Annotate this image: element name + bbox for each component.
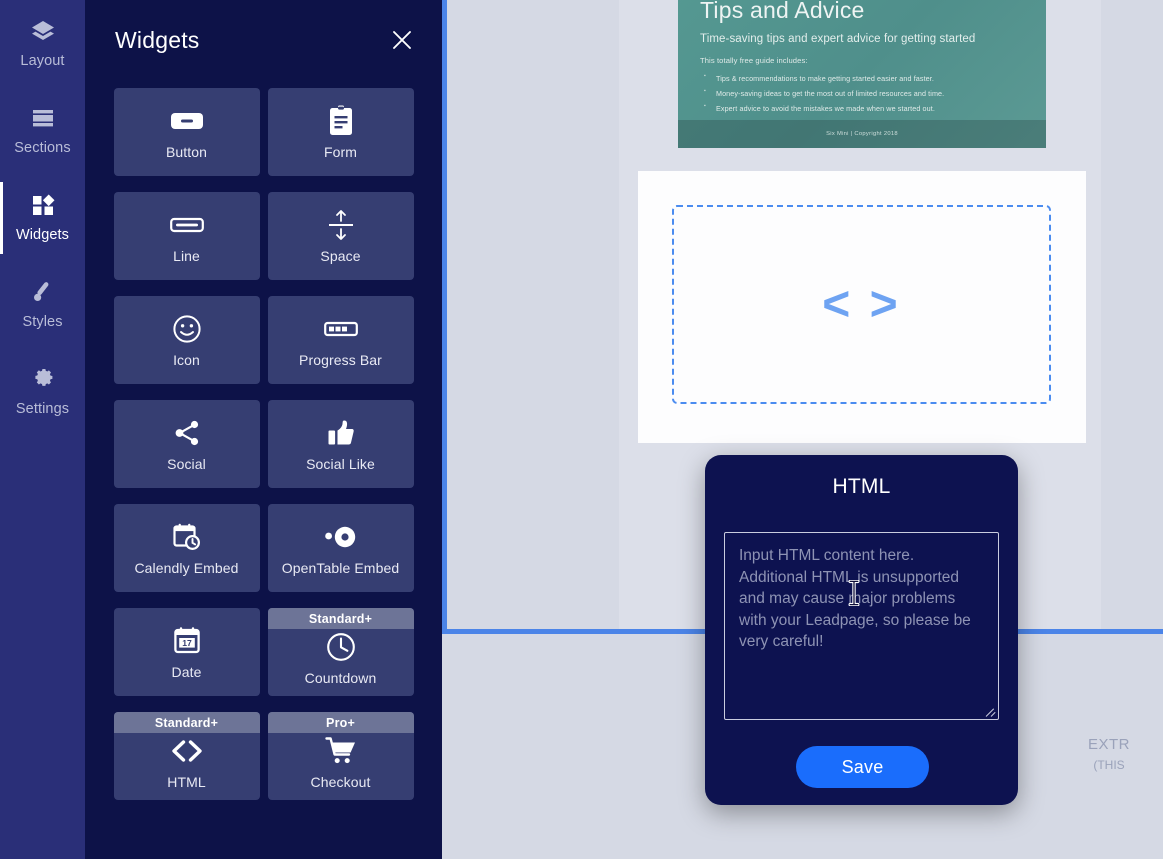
widget-label: Space xyxy=(320,248,361,264)
widget-label: Progress Bar xyxy=(299,352,382,368)
widget-tile-calendly-embed[interactable]: Calendly Embed xyxy=(113,504,260,592)
status-badge: Standard+ xyxy=(113,712,260,733)
brush-icon xyxy=(30,279,56,305)
line-icon xyxy=(169,208,204,242)
rail-label: Sections xyxy=(14,140,71,156)
widgets-panel-header: Widgets xyxy=(85,0,442,80)
smiley-icon xyxy=(172,312,202,346)
rail-item-layout[interactable]: Layout xyxy=(0,0,85,87)
html-widget-dropzone[interactable]: < > xyxy=(672,205,1051,404)
rail-label: Layout xyxy=(20,53,65,69)
page-title: Widgets xyxy=(115,26,200,53)
form-icon xyxy=(328,104,354,138)
widget-tile-social-like[interactable]: Social Like xyxy=(267,400,414,488)
widget-tile-progress-bar[interactable]: Progress Bar xyxy=(267,296,414,384)
rail-label: Styles xyxy=(22,314,63,330)
widget-tile-social[interactable]: Social xyxy=(113,400,260,488)
calendar-17-icon: 17 xyxy=(173,624,201,658)
clock-icon xyxy=(326,630,356,664)
widget-tile-opentable-embed[interactable]: OpenTable Embed xyxy=(267,504,414,592)
rail-label: Widgets xyxy=(15,227,70,243)
widget-label: Icon xyxy=(173,352,200,368)
widget-label: Form xyxy=(323,144,358,160)
layers-icon xyxy=(30,18,56,44)
gear-icon xyxy=(30,366,56,392)
widget-tile-html[interactable]: Standard+ HTML xyxy=(113,712,260,800)
promo-bullet: Money-saving ideas to get the most out o… xyxy=(700,88,1024,98)
progress-bar-icon xyxy=(323,312,358,346)
widget-label: Calendly Embed xyxy=(134,560,239,576)
left-rail: Layout Sections Widgets Styles Settings xyxy=(0,0,85,859)
opentable-icon xyxy=(324,520,357,554)
widget-label: HTML xyxy=(167,774,206,790)
html-content-input[interactable] xyxy=(724,532,999,720)
promo-lead-in: This totally free guide includes: xyxy=(700,56,808,66)
promo-bullet-list: Tips & recommendations to make getting s… xyxy=(700,73,1024,113)
widget-label: OpenTable Embed xyxy=(281,560,400,576)
widget-tile-line[interactable]: Line xyxy=(113,192,260,280)
promo-subtitle: Time-saving tips and expert advice for g… xyxy=(700,33,976,46)
app-root: Tips and Advice Time-saving tips and exp… xyxy=(0,0,1163,859)
widget-label: Countdown xyxy=(304,670,377,686)
promo-footer-text: Six Mini | Copyright 2018 xyxy=(826,131,898,137)
canvas-extra-line-2: (THIS xyxy=(1093,758,1125,772)
widget-tile-button[interactable]: Button xyxy=(113,88,260,176)
canvas-extra-line-1: EXTR xyxy=(1087,736,1130,753)
widget-tile-icon[interactable]: Icon xyxy=(113,296,260,384)
widget-label: Social Like xyxy=(306,456,375,472)
widgets-icon xyxy=(30,192,56,218)
widget-label: Line xyxy=(173,248,200,264)
promo-title: Tips and Advice xyxy=(700,0,865,23)
canvas-extra-text: EXTR (THIS xyxy=(1049,736,1163,772)
rail-item-sections[interactable]: Sections xyxy=(0,87,85,174)
rail-item-widgets[interactable]: Widgets xyxy=(0,174,85,261)
space-icon xyxy=(326,208,356,242)
widget-label: Button xyxy=(165,144,208,160)
calendar-clock-icon xyxy=(172,520,202,554)
code-icon xyxy=(169,734,205,768)
promo-card[interactable]: Tips and Advice Time-saving tips and exp… xyxy=(678,0,1046,148)
svg-text:17: 17 xyxy=(182,638,192,648)
widget-label: Checkout xyxy=(310,774,371,790)
widget-tile-checkout[interactable]: Pro+ Checkout xyxy=(267,712,414,800)
widgets-panel: Widgets Button Form Line Space Icon Prog… xyxy=(85,0,442,859)
sections-icon xyxy=(30,105,56,131)
status-badge: Standard+ xyxy=(267,608,414,629)
status-badge: Pro+ xyxy=(267,712,414,733)
widgets-grid: Button Form Line Space Icon Progress Bar… xyxy=(85,80,442,800)
widget-label: Social xyxy=(167,456,206,472)
shopping-cart-icon xyxy=(324,734,357,768)
promo-bullet: Tips & recommendations to make getting s… xyxy=(700,73,1024,83)
widget-label: Date xyxy=(171,664,202,680)
rail-label: Settings xyxy=(15,401,70,417)
promo-footer: Six Mini | Copyright 2018 xyxy=(678,120,1046,148)
widget-tile-countdown[interactable]: Standard+ Countdown xyxy=(267,608,414,696)
html-widget-modal: HTML Save xyxy=(705,455,1018,805)
widget-tile-form[interactable]: Form xyxy=(267,88,414,176)
promo-bullet: Expert advice to avoid the mistakes we m… xyxy=(700,103,1024,113)
canvas-white-card[interactable]: < > xyxy=(638,171,1086,443)
thumbs-up-icon xyxy=(326,416,356,450)
widget-tile-space[interactable]: Space xyxy=(267,192,414,280)
promo-card-content: Tips and Advice Time-saving tips and exp… xyxy=(678,0,1046,113)
save-button[interactable]: Save xyxy=(796,746,929,788)
button-icon xyxy=(170,104,204,138)
rail-item-styles[interactable]: Styles xyxy=(0,261,85,348)
code-icon: < > xyxy=(822,277,901,331)
modal-title: HTML xyxy=(832,475,891,498)
rail-item-settings[interactable]: Settings xyxy=(0,348,85,435)
close-icon[interactable] xyxy=(390,28,414,52)
widget-tile-date[interactable]: 17 Date xyxy=(113,608,260,696)
share-icon xyxy=(172,416,202,450)
